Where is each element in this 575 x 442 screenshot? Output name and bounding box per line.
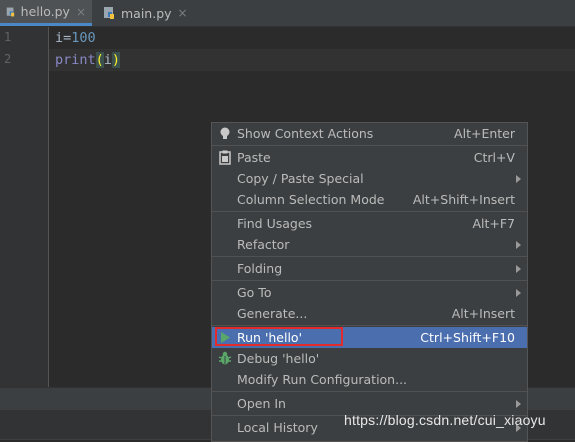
submenu-arrow-icon	[516, 174, 521, 183]
menu-item-shortcut: Alt+Insert	[451, 306, 515, 321]
tab-label: hello.py	[20, 4, 70, 19]
menu-item-label: Open In	[237, 396, 286, 411]
submenu-arrow-icon	[516, 288, 521, 297]
menu-item-generate[interactable]: Generate... Alt+Insert	[212, 303, 527, 324]
code-line-1: i=100	[55, 27, 96, 49]
menu-item-label: Paste	[237, 150, 271, 165]
tab-hello-py[interactable]: hello.py ×	[0, 0, 92, 26]
menu-item-label: Local History	[237, 420, 318, 435]
menu-item-folding[interactable]: Folding	[212, 258, 527, 279]
close-icon[interactable]: ×	[178, 6, 188, 20]
menu-item-label: Find Usages	[237, 216, 313, 231]
current-line-highlight	[49, 49, 575, 71]
menu-item-label: Go To	[237, 285, 272, 300]
menu-item-open-in[interactable]: Open In	[212, 393, 527, 414]
menu-item-label: Copy / Paste Special	[237, 171, 364, 186]
menu-item-shortcut: Alt+Shift+Insert	[412, 192, 515, 207]
menu-item-shortcut: Ctrl+V	[473, 150, 515, 165]
menu-item-shortcut: Alt+F7	[472, 216, 515, 231]
code-line-2: print(i)	[55, 49, 121, 71]
menu-separator	[212, 391, 527, 392]
menu-separator	[212, 256, 527, 257]
code-token: 100	[71, 30, 96, 46]
python-file-icon	[6, 7, 15, 16]
menu-item-label: Generate...	[237, 306, 308, 321]
submenu-arrow-icon	[516, 240, 521, 249]
editor-tab-bar: hello.py × main.py ×	[0, 0, 575, 27]
menu-separator	[212, 325, 527, 326]
menu-item-shortcut: Alt+Enter	[454, 126, 515, 141]
line-number: 1	[4, 30, 12, 44]
menu-item-label: Run 'hello'	[237, 330, 303, 345]
code-token: i	[55, 30, 64, 46]
menu-item-modify-run-configuration[interactable]: Modify Run Configuration...	[212, 369, 527, 390]
menu-separator	[212, 145, 527, 146]
menu-item-shortcut: Ctrl+Shift+F10	[420, 330, 515, 345]
submenu-arrow-icon	[516, 399, 521, 408]
menu-item-find-usages[interactable]: Find Usages Alt+F7	[212, 213, 527, 234]
code-token: print	[55, 52, 96, 68]
line-number: 2	[4, 52, 12, 66]
line-number-gutter: 1 2	[0, 27, 49, 387]
watermark: https://blog.csdn.net/cui_xiaoyu	[344, 412, 546, 428]
menu-item-label: Refactor	[237, 237, 290, 252]
python-file-icon	[104, 7, 114, 19]
menu-item-label: Folding	[237, 261, 283, 276]
menu-item-refactor[interactable]: Refactor	[212, 234, 527, 255]
menu-item-run-hello[interactable]: Run 'hello' Ctrl+Shift+F10	[212, 327, 527, 348]
lightbulb-icon	[220, 127, 230, 139]
submenu-arrow-icon	[516, 264, 521, 273]
menu-item-column-selection-mode[interactable]: Column Selection Mode Alt+Shift+Insert	[212, 189, 527, 210]
code-token: )	[111, 52, 121, 68]
menu-item-label: Debug 'hello'	[237, 351, 320, 366]
menu-item-debug-hello[interactable]: Debug 'hello'	[212, 348, 527, 369]
menu-item-label: Show Context Actions	[237, 126, 374, 141]
code-token: i	[103, 52, 112, 68]
menu-item-go-to[interactable]: Go To	[212, 282, 527, 303]
close-icon[interactable]: ×	[76, 5, 86, 19]
tab-label: main.py	[121, 5, 172, 21]
menu-separator	[212, 280, 527, 281]
clipboard-icon	[219, 150, 231, 165]
tab-main-py[interactable]: main.py ×	[97, 0, 197, 26]
menu-item-copy-paste-special[interactable]: Copy / Paste Special	[212, 168, 527, 189]
menu-item-paste[interactable]: Paste Ctrl+V	[212, 147, 527, 168]
context-menu: Show Context Actions Alt+Enter Paste Ctr…	[211, 122, 528, 442]
code-token: (	[95, 52, 104, 68]
menu-separator	[212, 211, 527, 212]
bug-icon	[218, 351, 232, 365]
run-icon	[221, 332, 230, 343]
menu-item-label: Column Selection Mode	[237, 192, 385, 207]
menu-item-label: Modify Run Configuration...	[237, 372, 408, 387]
menu-item-show-context-actions[interactable]: Show Context Actions Alt+Enter	[212, 123, 527, 144]
